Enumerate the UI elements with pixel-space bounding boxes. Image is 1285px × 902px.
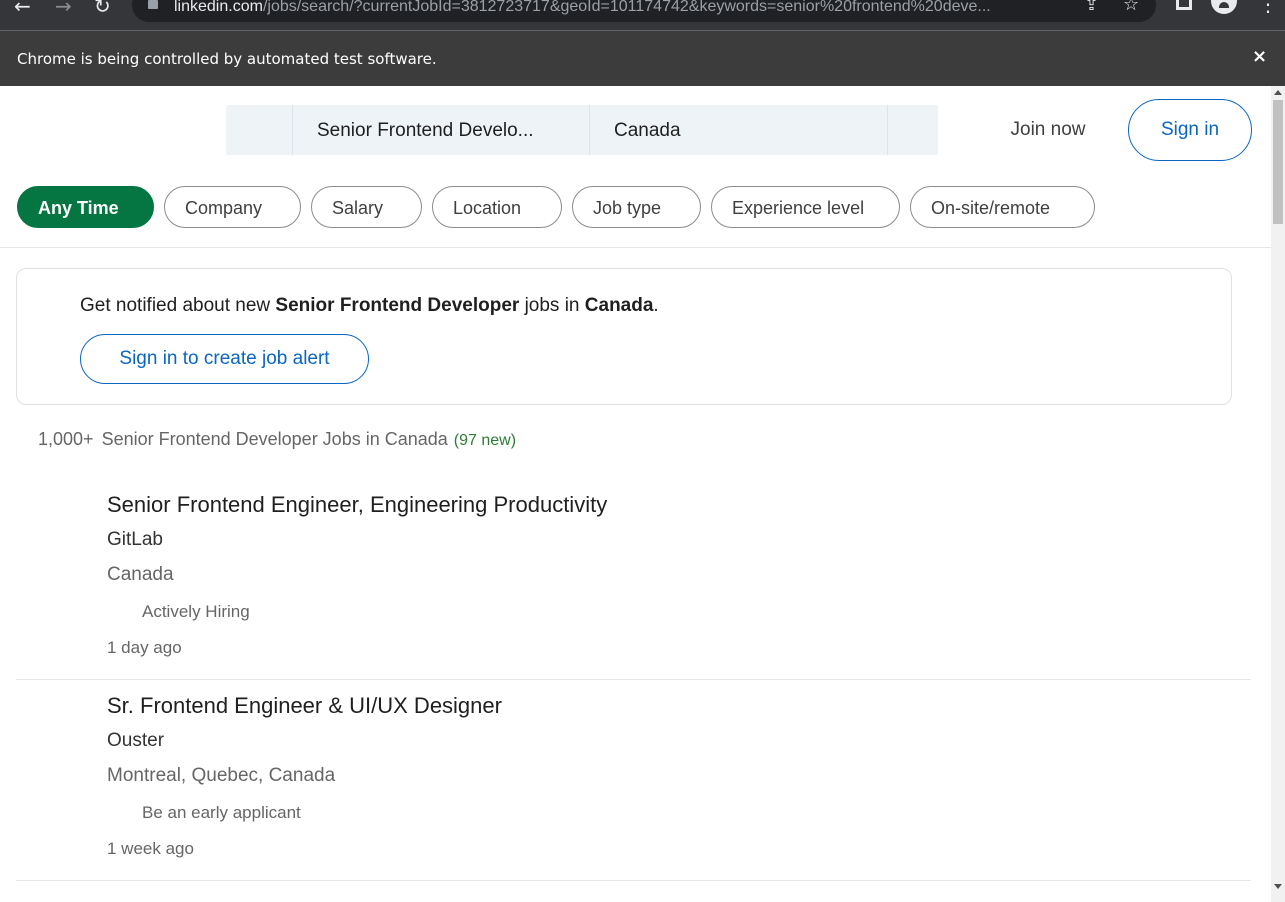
- job-location: Canada: [107, 564, 174, 585]
- url-text: linkedin.com/jobs/search/?currentJobId=3…: [174, 0, 991, 15]
- filter-location[interactable]: Location: [432, 186, 562, 228]
- lock-icon: [148, 0, 158, 9]
- scroll-up-icon[interactable]: [1274, 90, 1282, 95]
- scrollbar-thumb[interactable]: [1273, 100, 1283, 224]
- extensions-icon[interactable]: [1176, 0, 1192, 10]
- new-count-badge: (97 new): [453, 432, 517, 449]
- filter-bar: Any Time Company Salary Location Job typ…: [0, 186, 1271, 248]
- job-alert-text: Get notified about new Senior Frontend D…: [80, 295, 659, 316]
- location-input[interactable]: Canada: [589, 105, 887, 155]
- sign-in-button[interactable]: Sign in: [1128, 99, 1252, 161]
- filter-company[interactable]: Company: [164, 186, 301, 228]
- forward-arrow-icon[interactable]: →: [55, 0, 72, 18]
- scroll-down-icon[interactable]: [1274, 884, 1282, 889]
- automation-infobar: Chrome is being controlled by automated …: [0, 30, 1285, 86]
- job-search-bar: Senior Frontend Develo... Canada: [226, 105, 938, 155]
- keywords-input[interactable]: Senior Frontend Develo...: [292, 105, 590, 155]
- job-posted-time: 1 day ago: [107, 638, 182, 657]
- job-card[interactable]: Sr. Frontend Engineer & UI/UX Designer O…: [16, 680, 1251, 881]
- job-alert-card: Get notified about new Senior Frontend D…: [16, 268, 1232, 405]
- share-icon[interactable]: ⇪: [1084, 0, 1099, 15]
- job-location: Montreal, Quebec, Canada: [107, 765, 336, 786]
- search-button[interactable]: [887, 105, 938, 155]
- results-count: 1,000+ Senior Frontend Developer Jobs in …: [38, 429, 517, 449]
- job-card[interactable]: Senior Frontend Engineer, Engineering Pr…: [16, 479, 1251, 680]
- page-content: Senior Frontend Develo... Canada Join no…: [0, 86, 1271, 902]
- filter-salary[interactable]: Salary: [311, 186, 422, 228]
- job-badge: Actively Hiring: [142, 602, 250, 621]
- menu-icon[interactable]: ⋮: [1258, 0, 1278, 16]
- filter-experience-level[interactable]: Experience level: [711, 186, 900, 228]
- filter-job-type[interactable]: Job type: [572, 186, 701, 228]
- address-bar[interactable]: linkedin.com/jobs/search/?currentJobId=3…: [132, 0, 1156, 22]
- close-icon[interactable]: ×: [1252, 46, 1267, 67]
- page-scrollbar[interactable]: [1271, 86, 1285, 902]
- filter-any-time[interactable]: Any Time: [17, 186, 154, 228]
- filter-on-site-remote[interactable]: On-site/remote: [910, 186, 1095, 228]
- browser-toolbar: ← → ↻ linkedin.com/jobs/search/?currentJ…: [0, 0, 1285, 30]
- infobar-text: Chrome is being controlled by automated …: [17, 50, 437, 68]
- job-title[interactable]: Sr. Frontend Engineer & UI/UX Designer: [107, 693, 502, 719]
- star-icon[interactable]: ☆: [1123, 0, 1139, 15]
- job-company[interactable]: GitLab: [107, 529, 163, 551]
- location-value: Canada: [614, 120, 681, 141]
- reload-icon[interactable]: ↻: [94, 0, 111, 18]
- keywords-value: Senior Frontend Develo...: [317, 120, 534, 141]
- job-company[interactable]: Ouster: [107, 730, 164, 752]
- back-arrow-icon[interactable]: ←: [14, 0, 31, 18]
- job-badge: Be an early applicant: [142, 803, 301, 822]
- job-title[interactable]: Senior Frontend Engineer, Engineering Pr…: [107, 492, 607, 518]
- job-posted-time: 1 week ago: [107, 839, 194, 858]
- profile-icon[interactable]: [1211, 0, 1237, 14]
- join-now-button[interactable]: Join now: [990, 106, 1106, 154]
- create-job-alert-button[interactable]: Sign in to create job alert: [80, 334, 369, 384]
